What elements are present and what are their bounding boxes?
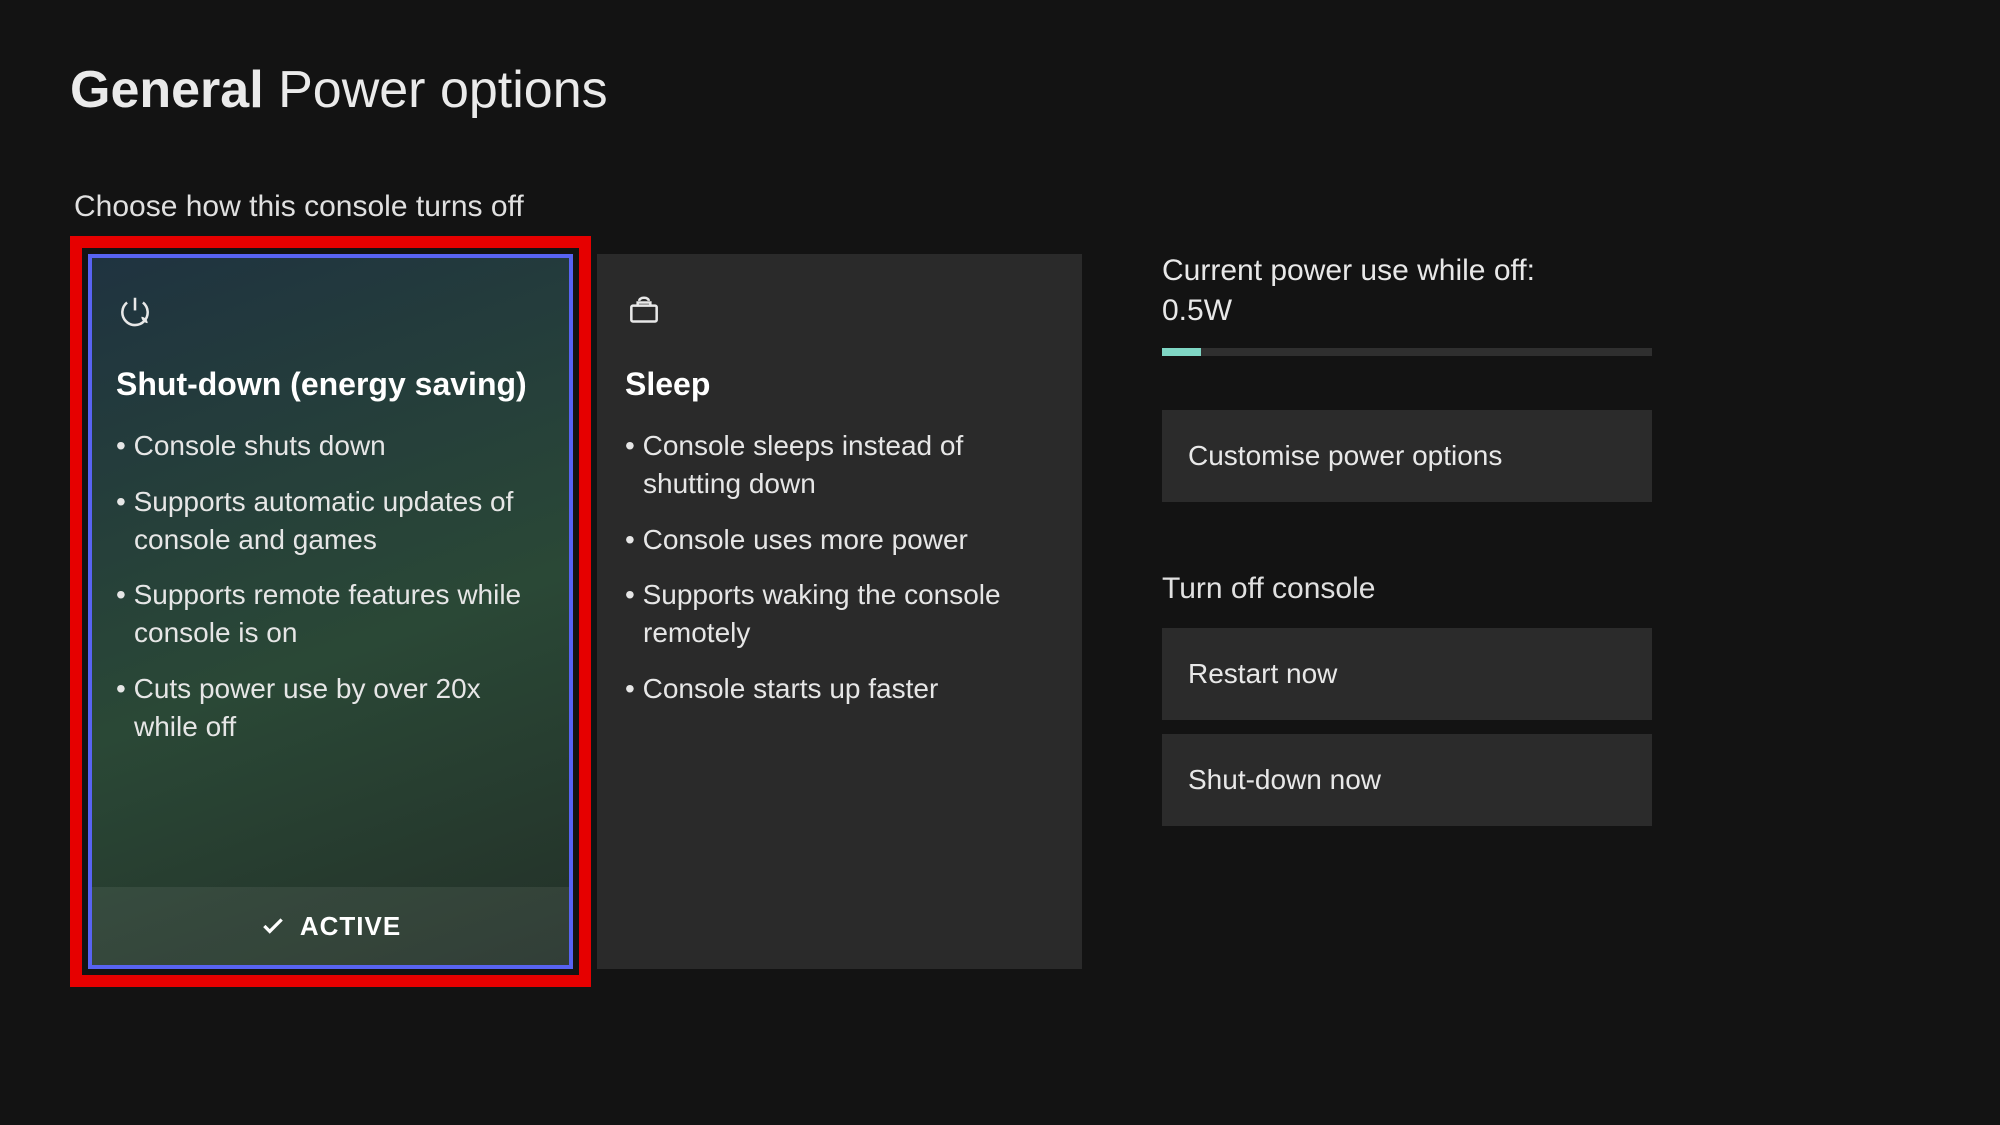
page-title: General Power options	[70, 60, 1930, 120]
power-use-meter	[1162, 348, 1652, 356]
active-label: ACTIVE	[300, 911, 401, 942]
power-option-shutdown[interactable]: Shut-down (energy saving) Console shuts …	[88, 254, 573, 969]
section-heading: Choose how this console turns off	[74, 190, 1930, 224]
bullet: Supports waking the console remotely	[625, 576, 1054, 652]
turn-off-label: Turn off console	[1162, 572, 1652, 606]
bullet: Console starts up faster	[625, 670, 1054, 708]
card-title-shutdown: Shut-down (energy saving)	[116, 366, 545, 403]
power-use-value: 0.5W	[1162, 294, 1652, 328]
sleep-icon	[625, 288, 1054, 336]
power-use-meter-fill	[1162, 348, 1201, 356]
power-use-label: Current power use while off:	[1162, 254, 1652, 288]
bullet: Cuts power use by over 20x while off	[116, 670, 545, 746]
page-title-name: Power options	[278, 61, 608, 119]
active-indicator: ACTIVE	[92, 887, 569, 965]
customise-power-options-button[interactable]: Customise power options	[1162, 410, 1652, 502]
bullet: Console uses more power	[625, 521, 1054, 559]
card-bullets-shutdown: Console shuts down Supports automatic up…	[116, 427, 545, 764]
power-option-sleep[interactable]: Sleep Console sleeps instead of shutting…	[597, 254, 1082, 969]
check-icon	[260, 913, 286, 939]
card-bullets-sleep: Console sleeps instead of shutting down …	[625, 427, 1054, 726]
bullet: Supports remote features while console i…	[116, 576, 545, 652]
power-eco-icon	[116, 288, 545, 336]
shutdown-now-button[interactable]: Shut-down now	[1162, 734, 1652, 826]
restart-now-button[interactable]: Restart now	[1162, 628, 1652, 720]
page-title-category: General	[70, 61, 264, 119]
annotation-highlight: Shut-down (energy saving) Console shuts …	[70, 236, 591, 987]
bullet: Supports automatic updates of console an…	[116, 483, 545, 559]
bullet: Console sleeps instead of shutting down	[625, 427, 1054, 503]
bullet: Console shuts down	[116, 427, 545, 465]
card-title-sleep: Sleep	[625, 366, 1054, 403]
